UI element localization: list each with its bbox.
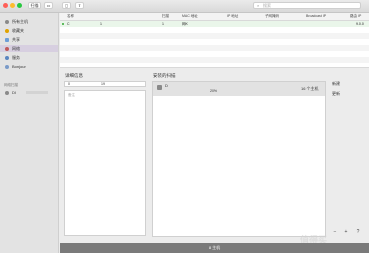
scan-name: D xyxy=(165,83,168,88)
column-header-subnet[interactable]: 子网掩码 xyxy=(265,13,279,20)
stop-button[interactable]: ◻ xyxy=(62,2,71,9)
folder-icon xyxy=(5,37,9,42)
column-header-name[interactable]: 名称 xyxy=(67,13,74,20)
sidebar-item-label: Bonjour xyxy=(12,64,26,69)
hosts-table-body xyxy=(60,27,369,68)
sidebar-item-label: 共享 xyxy=(12,37,20,42)
sidebar-item-services[interactable]: 服务 xyxy=(0,54,58,61)
services-icon xyxy=(5,55,9,60)
sidebar-item-label: 所有主机 xyxy=(12,19,28,24)
update-scan-button[interactable]: 更新 xyxy=(332,91,358,97)
toolbar: 扫描 ▭ ◻ ⇪ ⌕ 搜索 xyxy=(0,0,369,13)
sidebar-item-label: 网络 xyxy=(12,46,20,51)
scan-button[interactable]: 扫描 xyxy=(28,2,41,9)
sidebar-item-label: DI xyxy=(12,90,16,95)
scan-progress: 20% xyxy=(210,89,218,93)
details-name-field[interactable]: 0 19 xyxy=(64,81,146,87)
hosts-table-header: 名称 扫描 MAC 地址 IP 地址 子网掩码 Broadcast IP 路由 … xyxy=(60,13,369,21)
sidebar-item-shared[interactable]: 共享 xyxy=(0,36,58,43)
sidebar-item-scan[interactable]: DI xyxy=(0,89,58,96)
bonjour-icon xyxy=(5,64,9,69)
star-icon xyxy=(5,28,9,33)
sidebar-icon: ▭ xyxy=(46,3,51,8)
network-icon xyxy=(5,46,9,51)
redacted-bar xyxy=(26,91,48,94)
close-window-button[interactable] xyxy=(3,3,8,8)
scans-list xyxy=(152,81,326,237)
sidebar-item-label: 收藏夹 xyxy=(12,28,24,33)
sidebar-item-bonjour[interactable]: Bonjour xyxy=(0,63,58,70)
scans-title: 安装的扫描 xyxy=(153,73,176,78)
sidebar-item-all-hosts[interactable]: 所有主机 xyxy=(0,18,58,25)
search-icon: ⌕ xyxy=(257,3,260,8)
list-item[interactable]: D 20% 16 个主机 xyxy=(153,82,325,96)
sidebar-toggle-button[interactable]: ▭ xyxy=(44,2,53,9)
stop-icon: ◻ xyxy=(64,3,69,8)
column-header-ip[interactable]: IP 地址 xyxy=(227,13,238,20)
column-header-broadcast[interactable]: Broadcast IP xyxy=(306,13,326,20)
scan-icon xyxy=(5,90,9,95)
details-notes-placeholder: 备注 xyxy=(68,93,75,97)
column-header-scan[interactable]: 扫描 xyxy=(162,13,169,20)
scan-result: 16 个主机 xyxy=(301,86,319,91)
column-header-router[interactable]: 路由 IP xyxy=(350,13,361,20)
share-button[interactable]: ⇪ xyxy=(75,2,84,9)
sidebar-item-network[interactable]: 网络 xyxy=(0,45,58,52)
sidebar-item-favorites[interactable]: 收藏夹 xyxy=(0,27,58,34)
details-title: 详细信息 xyxy=(65,73,83,78)
host-icon xyxy=(5,19,9,24)
scan-icon xyxy=(157,85,162,90)
new-scan-button[interactable]: 新建 xyxy=(332,81,358,87)
details-input-value: 0 xyxy=(68,82,70,86)
search-placeholder: 搜索 xyxy=(263,3,271,8)
details-input-value2: 19 xyxy=(101,82,105,86)
minimize-window-button[interactable] xyxy=(10,3,15,8)
sidebar-item-label: 服务 xyxy=(12,55,20,60)
details-notes-area[interactable]: 备注 xyxy=(64,90,146,236)
zoom-window-button[interactable] xyxy=(17,3,22,8)
column-header-mac[interactable]: MAC 地址 xyxy=(182,13,198,20)
search-field[interactable]: ⌕ 搜索 xyxy=(253,2,361,9)
sidebar-section-header: 网络扫描 xyxy=(4,83,18,87)
status-bar: 8 主机 xyxy=(60,243,369,253)
online-status-icon xyxy=(62,23,64,25)
sidebar: 所有主机 收藏夹 共享 网络 服务 Bonjour 网络扫描 DI xyxy=(0,13,59,253)
share-icon: ⇪ xyxy=(77,3,82,8)
